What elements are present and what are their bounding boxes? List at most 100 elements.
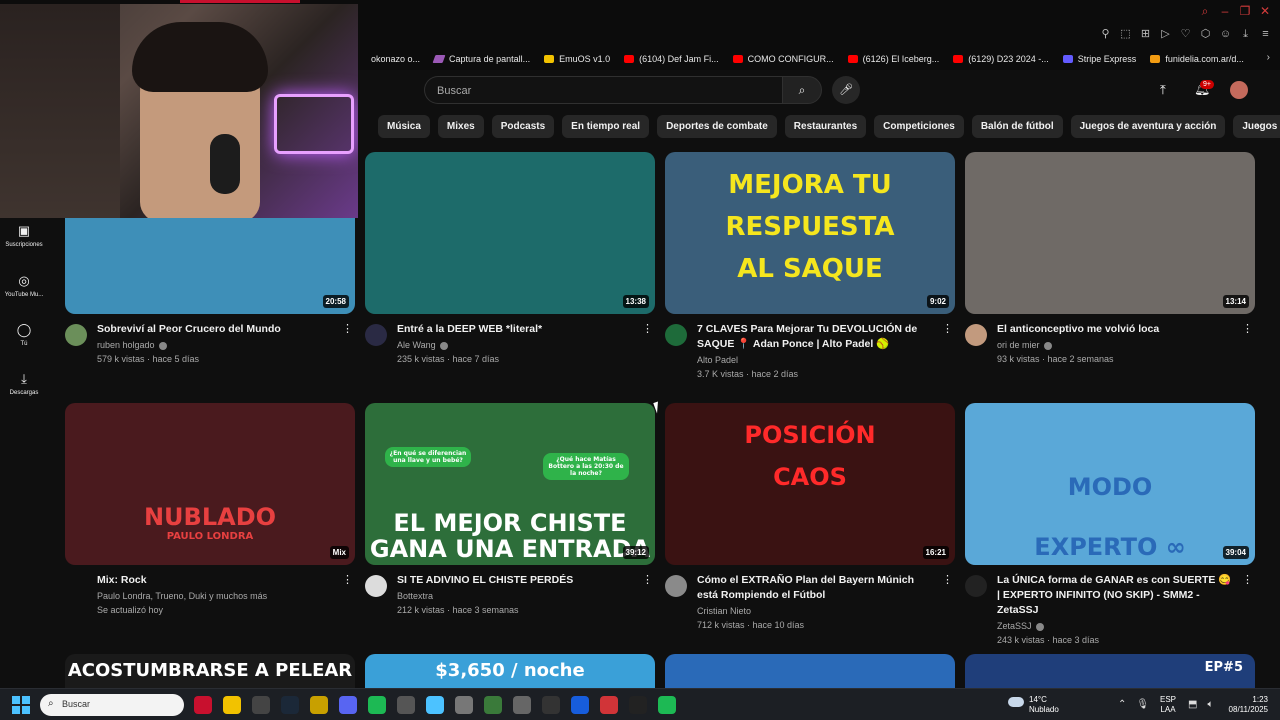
bookmark-item[interactable]: (6104) Def Jam Fi...	[624, 54, 719, 64]
profile-icon[interactable]: ☺	[1219, 28, 1232, 41]
video-card[interactable]: MODO EXPERTO ∞ 39:04 La ÚNICA forma de GANA…	[965, 403, 1255, 645]
video-card[interactable]: POSICIÓN CAOS 16:21 Cómo el EXTRAÑO Plan de…	[665, 403, 955, 630]
sidebar-item[interactable]: ◎ YouTube Mu...	[0, 273, 48, 298]
video-title[interactable]: Mix: Rock	[97, 573, 337, 588]
volume-icon[interactable]: 🔈︎	[1207, 699, 1213, 710]
language-indicator[interactable]: ESP LAA	[1160, 695, 1176, 715]
spotify2-icon[interactable]	[658, 696, 676, 714]
voice-search-button[interactable]: 🎤︎	[832, 76, 860, 104]
channel-avatar[interactable]	[65, 324, 87, 346]
taskbar-search-input[interactable]: Buscar	[40, 694, 184, 716]
pin-icon[interactable]: ⚲	[1099, 28, 1112, 41]
channel-name[interactable]: ZetaSSJ	[997, 621, 1032, 631]
video-title[interactable]: Entré a la DEEP WEB *literal*	[397, 322, 637, 337]
video-title[interactable]: Sobreviví al Peor Crucero del Mundo	[97, 322, 337, 337]
video-card[interactable]: 13:38 Entré a la DEEP WEB *literal* Ale Wa…	[365, 152, 655, 364]
channel-name[interactable]: Alto Padel	[697, 355, 738, 365]
app2-icon[interactable]	[397, 696, 415, 714]
clock[interactable]: 1:23 08/11/2025	[1224, 695, 1268, 715]
menu-icon[interactable]: ≡	[1259, 28, 1272, 41]
video-title[interactable]: 7 CLAVES Para Mejorar Tu DEVOLUCIÓN de S…	[697, 322, 937, 352]
channel-avatar[interactable]	[665, 324, 687, 346]
video-thumbnail[interactable]: MODO EXPERTO ∞ 39:04	[965, 403, 1255, 565]
video-thumbnail[interactable]: $3,650 / noche	[365, 654, 655, 688]
tabs-icon[interactable]: ⊞	[1139, 28, 1152, 41]
more-options-icon[interactable]: ⋮	[642, 573, 653, 586]
filter-chip[interactable]: Competiciones	[874, 115, 964, 138]
bookmark-item[interactable]: Captura de pantall...	[432, 54, 530, 64]
channel-avatar[interactable]	[665, 575, 687, 597]
steam-icon[interactable]	[281, 696, 299, 714]
channel-avatar[interactable]	[965, 575, 987, 597]
video-card[interactable]: MEJORA TU RESPUESTA AL SAQUE 9:02 7 CLAVES P…	[665, 152, 955, 379]
more-options-icon[interactable]: ⋮	[1242, 322, 1253, 335]
filter-chip[interactable]: Mixes	[437, 115, 484, 138]
app5-icon[interactable]	[513, 696, 531, 714]
more-options-icon[interactable]: ⋮	[942, 573, 953, 586]
heart-icon[interactable]: ♡	[1179, 28, 1192, 41]
app3-icon[interactable]	[455, 696, 473, 714]
channel-avatar[interactable]	[965, 324, 987, 346]
notepad-icon[interactable]	[426, 696, 444, 714]
filter-chip[interactable]: Deportes de combate	[657, 115, 777, 138]
video-thumbnail[interactable]: 13:14	[965, 152, 1255, 314]
video-title[interactable]: Cómo el EXTRAÑO Plan del Bayern Múnich e…	[697, 573, 937, 603]
video-card[interactable]: 13:14 El anticonceptivo me volvió loca ori…	[965, 152, 1255, 364]
bookmark-item[interactable]: (6129) D23 2024 -...	[953, 54, 1049, 64]
channel-avatar[interactable]	[365, 324, 387, 346]
bookmark-item[interactable]: EmuOS v1.0	[544, 54, 610, 64]
bitwarden-icon[interactable]	[571, 696, 589, 714]
video-thumbnail[interactable]: 13:38	[365, 152, 655, 314]
bookmark-item[interactable]: okonazo o...	[356, 54, 420, 64]
network-icon[interactable]: ⬒	[1188, 699, 1197, 710]
video-thumbnail[interactable]: ACOSTUMBRARSE A PELEAR	[65, 654, 355, 688]
chevron-right-icon[interactable]: ›	[1256, 119, 1260, 133]
video-title[interactable]: SI TE ADIVINO EL CHISTE PERDÉS	[397, 573, 637, 588]
screenshot-icon[interactable]: ⬚	[1119, 28, 1132, 41]
maximize-icon[interactable]: ❐	[1238, 4, 1252, 18]
video-title[interactable]: El anticonceptivo me volvió loca	[997, 322, 1237, 337]
sidebar-item[interactable]: ◯ Tú	[0, 322, 48, 347]
video-thumbnail[interactable]: EP#5	[965, 654, 1255, 688]
bookmark-item[interactable]: Stripe Express	[1062, 54, 1136, 64]
channel-name[interactable]: ori de mier	[997, 340, 1040, 350]
video-thumbnail[interactable]	[665, 654, 955, 688]
channel-name[interactable]: Ale Wang	[397, 340, 436, 350]
app6-icon[interactable]	[542, 696, 560, 714]
search-icon[interactable]: ⌕	[1198, 4, 1212, 18]
chevron-up-icon[interactable]: ⌃	[1118, 699, 1126, 710]
search-input[interactable]: Buscar	[424, 76, 782, 104]
create-icon[interactable]: ⤒	[1160, 82, 1166, 98]
more-options-icon[interactable]: ⋮	[1242, 573, 1253, 586]
close-icon[interactable]: ✕	[1258, 4, 1272, 18]
more-options-icon[interactable]: ⋮	[342, 322, 353, 335]
download-icon[interactable]: ⤓	[1239, 28, 1252, 41]
filter-chip[interactable]: Balón de fútbol	[971, 115, 1063, 138]
filter-chip[interactable]: Juegos de aventura y acción	[1070, 115, 1226, 138]
video-thumbnail[interactable]: MEJORA TU RESPUESTA AL SAQUE 9:02	[665, 152, 955, 314]
file-explorer-icon[interactable]	[223, 696, 241, 714]
more-options-icon[interactable]: ⋮	[342, 573, 353, 586]
discord-icon[interactable]	[339, 696, 357, 714]
video-card[interactable]: NUBLADO PAULO LONDRA Mix Mix: Rock Paulo Lon…	[65, 403, 355, 615]
weather-widget[interactable]: 14°C Nublado	[1029, 695, 1059, 715]
filter-chip[interactable]: En tiempo real	[562, 115, 650, 138]
app4-icon[interactable]	[484, 696, 502, 714]
video-card[interactable]: EL MEJOR CHISTE GANA UNA ENTRADA ¿En qué s…	[365, 403, 655, 615]
app7-icon[interactable]	[600, 696, 618, 714]
spotify-icon[interactable]	[368, 696, 386, 714]
minimize-icon[interactable]: –	[1218, 4, 1232, 18]
extensions-icon[interactable]: ⬡	[1199, 28, 1212, 41]
video-thumbnail[interactable]: POSICIÓN CAOS 16:21	[665, 403, 955, 565]
bookmark-item[interactable]: (6126) El Iceberg...	[847, 54, 939, 64]
start-button[interactable]	[12, 696, 30, 714]
channel-avatar[interactable]	[365, 575, 387, 597]
filter-chip[interactable]: Música	[378, 115, 430, 138]
more-options-icon[interactable]: ⋮	[942, 322, 953, 335]
play-icon[interactable]: ▷	[1159, 28, 1172, 41]
channel-name[interactable]: ruben holgado	[97, 340, 155, 350]
filter-chip[interactable]: Podcasts	[491, 115, 555, 138]
app-icon[interactable]	[310, 696, 328, 714]
opera-gx-icon[interactable]	[194, 696, 212, 714]
chatgpt-icon[interactable]	[252, 696, 270, 714]
